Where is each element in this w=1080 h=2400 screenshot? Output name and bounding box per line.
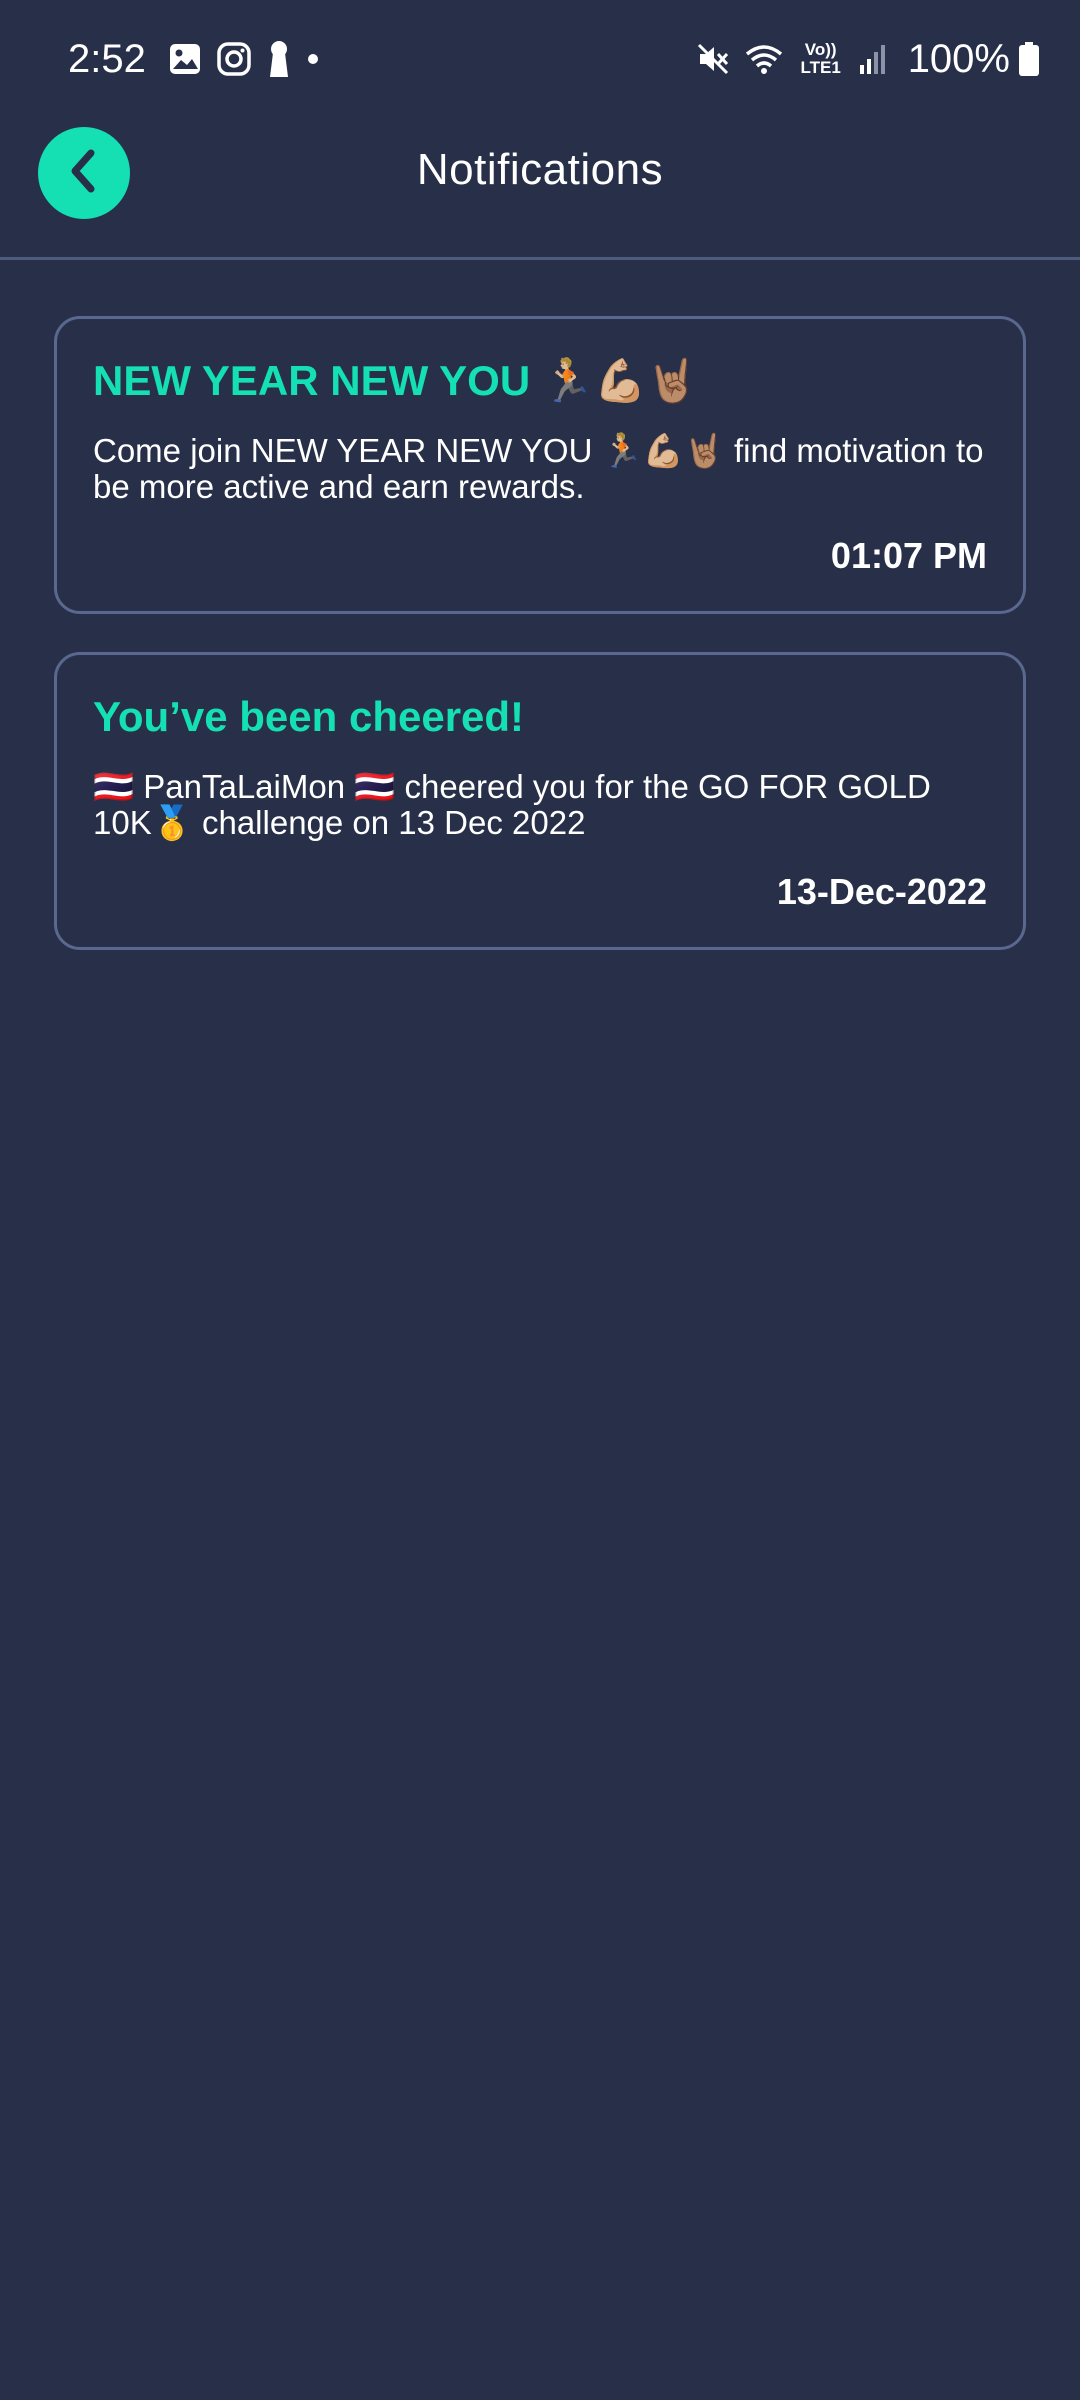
status-left: 2:52 bbox=[68, 37, 334, 82]
lte-icon: Vo)) LTE1 bbox=[800, 40, 841, 77]
notification-title: You’ve been cheered! bbox=[93, 693, 525, 740]
notification-body: 🇹🇭 PanTaLaiMon 🇹🇭 cheered you for the GO… bbox=[93, 768, 931, 841]
dot-icon bbox=[306, 52, 320, 66]
gallery-icon bbox=[168, 42, 202, 76]
battery-icon bbox=[1018, 41, 1040, 77]
notification-time: 13-Dec-2022 bbox=[776, 871, 987, 912]
keyhole-icon bbox=[266, 39, 292, 79]
status-time: 2:52 bbox=[68, 36, 146, 81]
status-bar: 2:52 Vo)) LTE1 100% bbox=[0, 0, 1080, 118]
mute-icon bbox=[696, 42, 730, 76]
app-header: Notifications bbox=[0, 118, 1080, 260]
instagram-icon bbox=[216, 41, 252, 77]
notification-card[interactable]: NEW YEAR NEW YOU 🏃🏼💪🏼🤘🏽 Come join NEW YE… bbox=[54, 316, 1026, 614]
wifi-icon bbox=[744, 42, 784, 76]
signal-icon bbox=[858, 43, 888, 75]
page-title: Notifications bbox=[416, 145, 664, 194]
status-right: Vo)) LTE1 100% bbox=[696, 37, 1040, 82]
notification-title: NEW YEAR NEW YOU 🏃🏼💪🏼🤘🏽 bbox=[93, 357, 699, 404]
notification-time: 01:07 PM bbox=[830, 535, 987, 576]
battery-percent: 100% bbox=[907, 36, 1010, 81]
notification-body: Come join NEW YEAR NEW YOU 🏃🏼💪🏼🤘🏽 find m… bbox=[93, 432, 984, 505]
notification-card[interactable]: You’ve been cheered! 🇹🇭 PanTaLaiMon 🇹🇭 c… bbox=[54, 652, 1026, 950]
notifications-list: NEW YEAR NEW YOU 🏃🏼💪🏼🤘🏽 Come join NEW YE… bbox=[54, 316, 1026, 988]
